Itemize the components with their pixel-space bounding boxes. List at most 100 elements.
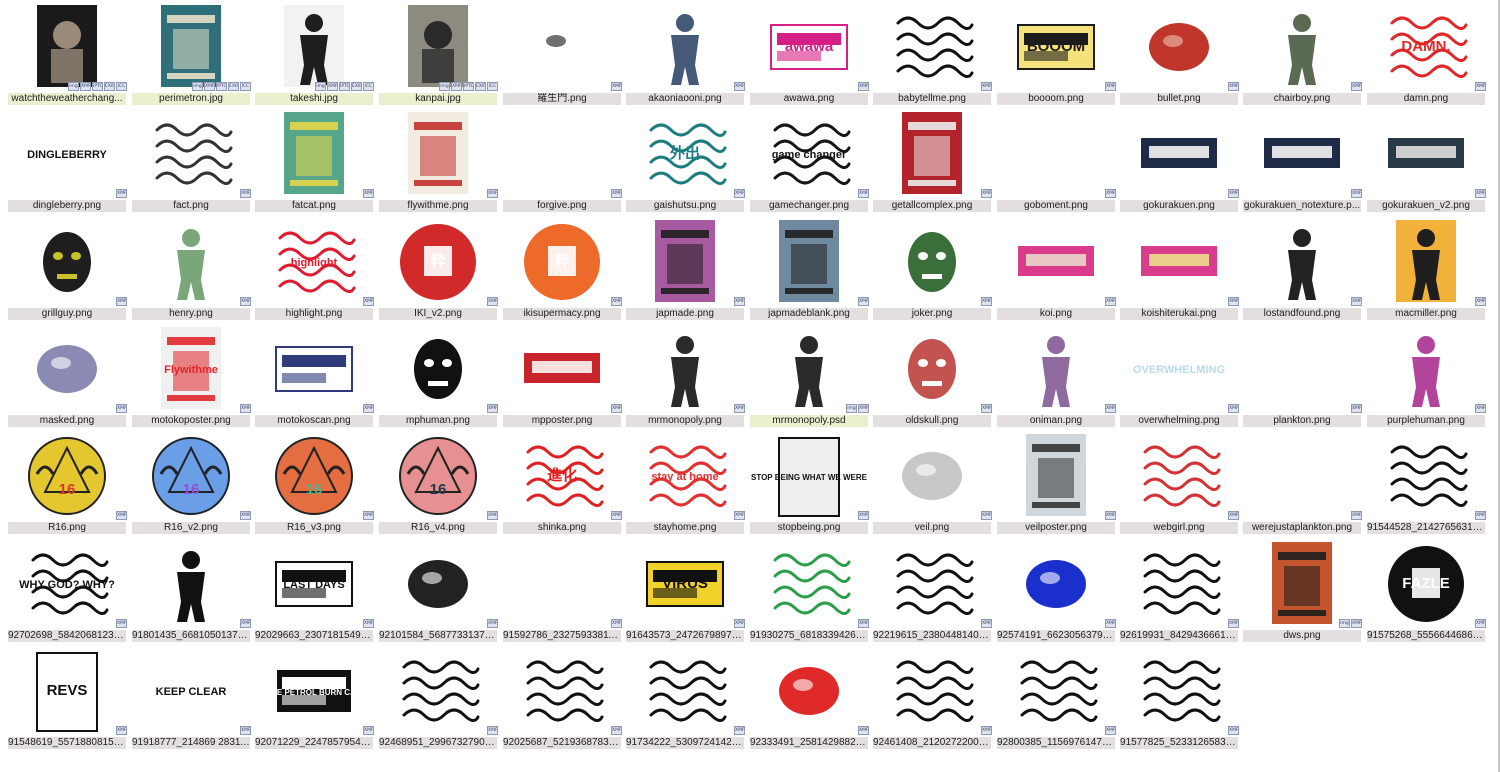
- file-tile[interactable]: img XMP IPTC EXIF ICC watchtheweatherchang...: [8, 5, 127, 108]
- file-tile[interactable]: XMP bullet.png: [1120, 5, 1239, 108]
- file-thumbnail[interactable]: XMP: [1243, 5, 1362, 93]
- file-thumbnail[interactable]: XMP: [873, 220, 992, 308]
- file-thumbnail[interactable]: FAZLE XMP: [1367, 542, 1486, 630]
- file-thumbnail[interactable]: XMP: [255, 112, 374, 200]
- file-thumbnail[interactable]: XMP: [503, 542, 622, 630]
- file-tile[interactable]: 16 XMP R16.png: [8, 434, 127, 537]
- file-name-label[interactable]: babytellme.png: [873, 93, 991, 105]
- file-name-label[interactable]: akaoniaooni.png: [626, 93, 744, 105]
- file-name-label[interactable]: purplehuman.png: [1367, 415, 1485, 427]
- file-tile[interactable]: XMP flywithme.png: [379, 112, 498, 215]
- file-thumbnail[interactable]: SAVE PETROL BURN CARS XMP: [255, 649, 374, 737]
- file-name-label[interactable]: 91801435_668105013735...: [132, 630, 250, 642]
- file-name-label[interactable]: goboment.png: [997, 200, 1115, 212]
- file-tile[interactable]: 外出 XMP gaishutsu.png: [626, 112, 745, 215]
- file-name-label[interactable]: macmiller.png: [1367, 308, 1485, 320]
- file-tile[interactable]: game changer XMP gamechanger.png: [750, 112, 869, 215]
- file-name-label[interactable]: gokurakuen_notexture.p...: [1243, 200, 1361, 212]
- file-tile[interactable]: img XMP IPTC EXIF ICC perimetron.jpg: [132, 5, 251, 108]
- file-thumbnail[interactable]: 粋 XMP: [379, 220, 498, 308]
- file-name-label[interactable]: japmadeblank.png: [750, 308, 868, 320]
- file-thumbnail[interactable]: XMP: [997, 434, 1116, 522]
- file-name-label[interactable]: boooom.png: [997, 93, 1115, 105]
- file-name-label[interactable]: 91548619_557188081569...: [8, 737, 126, 749]
- file-name-label[interactable]: R16.png: [8, 522, 126, 534]
- file-thumbnail[interactable]: XMP: [626, 649, 745, 737]
- file-tile[interactable]: XMP 92800385_115697614798...: [997, 649, 1116, 752]
- file-thumbnail[interactable]: BOOOM XMP: [997, 5, 1116, 93]
- file-name-label[interactable]: highlight.png: [255, 308, 373, 320]
- file-thumbnail[interactable]: XMP: [1367, 220, 1486, 308]
- file-name-label[interactable]: 92468951_299673279034...: [379, 737, 497, 749]
- file-thumbnail[interactable]: img XMP IPTC EXIF ICC: [132, 5, 251, 93]
- file-thumbnail[interactable]: KEEP CLEAR XMP: [132, 649, 251, 737]
- file-name-label[interactable]: 91577825_523312658334...: [1120, 737, 1238, 749]
- file-tile[interactable]: highlight XMP highlight.png: [255, 220, 374, 323]
- file-name-label[interactable]: motokoscan.png: [255, 415, 373, 427]
- file-name-label[interactable]: 92574191_662305637900...: [997, 630, 1115, 642]
- file-tile[interactable]: Flywithme XMP motokoposter.png: [132, 327, 251, 430]
- file-tile[interactable]: VIRUS XMP 91643573_247267989730...: [626, 542, 745, 645]
- file-thumbnail[interactable]: XMP: [132, 112, 251, 200]
- file-thumbnail[interactable]: WHY GOD? WHY? XMP: [8, 542, 127, 630]
- file-thumbnail[interactable]: REVS XMP: [8, 649, 127, 737]
- file-name-label[interactable]: oniman.png: [997, 415, 1115, 427]
- file-name-label[interactable]: veil.png: [873, 522, 991, 534]
- file-thumbnail[interactable]: XMP: [1243, 220, 1362, 308]
- file-thumbnail[interactable]: OVERWHELMING XMP: [1120, 327, 1239, 415]
- file-tile[interactable]: XMP goboment.png: [997, 112, 1116, 215]
- file-tile[interactable]: XMP gokurakuen.png: [1120, 112, 1239, 215]
- file-tile[interactable]: OVERWHELMING XMP overwhelming.png: [1120, 327, 1239, 430]
- file-name-label[interactable]: 92800385_115697614798...: [997, 737, 1115, 749]
- file-name-label[interactable]: stayhome.png: [626, 522, 744, 534]
- file-tile[interactable]: XMP koishiterukai.png: [1120, 220, 1239, 323]
- file-thumbnail[interactable]: XMP: [1120, 542, 1239, 630]
- file-name-label[interactable]: webgirl.png: [1120, 522, 1238, 534]
- file-tile[interactable]: DINGLEBERRY XMP dingleberry.png: [8, 112, 127, 215]
- file-thumbnail[interactable]: img XMP IPTC EXIF ICC: [8, 5, 127, 93]
- file-thumbnail[interactable]: XMP: [1243, 327, 1362, 415]
- file-tile[interactable]: XMP koi.png: [997, 220, 1116, 323]
- file-thumbnail[interactable]: XMP: [1243, 112, 1362, 200]
- file-tile[interactable]: XMP forgive.png: [503, 112, 622, 215]
- file-tile[interactable]: XMP 92461408_212027220054...: [873, 649, 992, 752]
- file-thumbnail[interactable]: XMP: [626, 327, 745, 415]
- file-tile[interactable]: XMP grillguy.png: [8, 220, 127, 323]
- file-thumbnail[interactable]: XMP: [379, 327, 498, 415]
- file-thumbnail[interactable]: XMP: [997, 649, 1116, 737]
- file-name-label[interactable]: 91544528_214276563174...: [1367, 522, 1485, 534]
- file-thumbnail[interactable]: XMP: [132, 220, 251, 308]
- file-thumbnail[interactable]: XMP: [1367, 434, 1486, 522]
- file-thumbnail[interactable]: XMP: [873, 649, 992, 737]
- file-tile[interactable]: XMP fact.png: [132, 112, 251, 215]
- file-thumbnail[interactable]: XMP: [379, 542, 498, 630]
- file-tile[interactable]: img XMP IPTC EXIF ICC takeshi.jpg: [255, 5, 374, 108]
- file-name-label[interactable]: chairboy.png: [1243, 93, 1361, 105]
- file-name-label[interactable]: bullet.png: [1120, 93, 1238, 105]
- file-thumbnail[interactable]: XMP: [1120, 649, 1239, 737]
- file-name-label[interactable]: perimetron.jpg: [132, 93, 250, 105]
- file-thumbnail[interactable]: XMP: [503, 112, 622, 200]
- file-tile[interactable]: 粋 XMP ikisupermacy.png: [503, 220, 622, 323]
- file-name-label[interactable]: 91575268_555664468636...: [1367, 630, 1485, 642]
- file-tile[interactable]: XMP 91930275_681833942642...: [750, 542, 869, 645]
- file-name-label[interactable]: mrmonopoly.psd: [750, 415, 868, 427]
- file-tile[interactable]: 16 XMP R16_v2.png: [132, 434, 251, 537]
- file-name-label[interactable]: overwhelming.png: [1120, 415, 1238, 427]
- file-name-label[interactable]: kanpai.jpg: [379, 93, 497, 105]
- file-thumbnail[interactable]: LAST DAYS XMP: [255, 542, 374, 630]
- file-tile[interactable]: 粋 XMP IKI_v2.png: [379, 220, 498, 323]
- file-tile[interactable]: XMP masked.png: [8, 327, 127, 430]
- file-name-label[interactable]: henry.png: [132, 308, 250, 320]
- file-name-label[interactable]: 92461408_212027220054...: [873, 737, 991, 749]
- file-name-label[interactable]: mrmonopoly.png: [626, 415, 744, 427]
- file-name-label[interactable]: lostandfound.png: [1243, 308, 1361, 320]
- file-name-label[interactable]: 92071229_224785795430...: [255, 737, 373, 749]
- file-tile[interactable]: XMP oniman.png: [997, 327, 1116, 430]
- file-tile[interactable]: stay at home XMP stayhome.png: [626, 434, 745, 537]
- file-thumbnail[interactable]: stay at home XMP: [626, 434, 745, 522]
- file-thumbnail[interactable]: XMP: [1367, 327, 1486, 415]
- file-thumbnail[interactable]: game changer XMP: [750, 112, 869, 200]
- file-tile[interactable]: XMP babytellme.png: [873, 5, 992, 108]
- file-thumbnail[interactable]: Flywithme XMP: [132, 327, 251, 415]
